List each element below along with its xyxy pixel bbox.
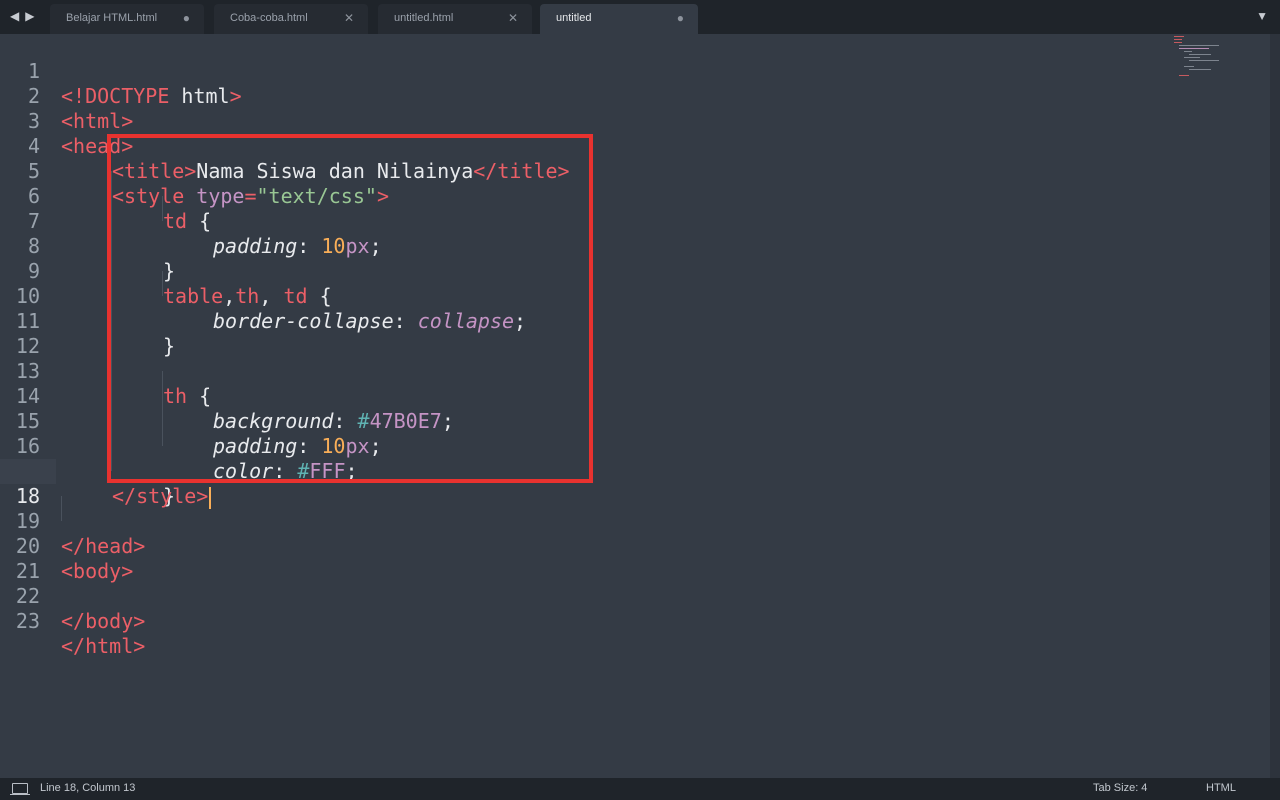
- tab-untitled-html[interactable]: untitled.html ✕: [378, 4, 532, 34]
- code-line-20: 20 <body>: [0, 509, 1170, 583]
- code-line-2: 2 <html>: [0, 59, 1170, 133]
- syntax-selector[interactable]: HTML: [1206, 782, 1236, 794]
- nav-back-icon[interactable]: ◀: [10, 9, 19, 23]
- tab-navigation: ◀ ▶: [10, 9, 40, 23]
- unsaved-dot-icon[interactable]: ●: [183, 11, 190, 25]
- minimap[interactable]: [1174, 34, 1244, 78]
- close-icon[interactable]: ✕: [508, 11, 518, 25]
- code-line-21: 21: [0, 534, 1170, 583]
- tab-label: untitled: [556, 12, 592, 24]
- code-line-4: 4 <title>Nama Siswa dan Nilainya</title>: [0, 109, 1170, 183]
- code-line-22: 22 </body>: [0, 559, 1170, 633]
- tab-menu-icon[interactable]: ▼: [1256, 9, 1268, 23]
- code-line-23: 23 </html>: [0, 584, 1170, 658]
- tab-label: Belajar HTML.html: [66, 12, 158, 24]
- code-line-1: 1 <!DOCTYPE html>: [0, 34, 1170, 108]
- code-token: </html>: [61, 634, 146, 658]
- tab-label: Coba-coba.html: [230, 12, 308, 24]
- unsaved-dot-icon[interactable]: ●: [677, 11, 684, 25]
- panel-toggle-icon[interactable]: [10, 783, 30, 795]
- highlight-annotation-box: [107, 134, 593, 483]
- code-line-3: 3 <head>: [0, 84, 1170, 158]
- nav-forward-icon[interactable]: ▶: [25, 9, 34, 23]
- status-bar: Line 18, Column 13 Tab Size: 4 HTML: [0, 778, 1280, 800]
- tab-label: untitled.html: [394, 12, 454, 24]
- tab-coba-coba[interactable]: Coba-coba.html ✕: [214, 4, 368, 34]
- vertical-scrollbar[interactable]: [1270, 34, 1280, 778]
- code-editor[interactable]: 1 <!DOCTYPE html> 2 <html> 3 <head> 4 <t…: [0, 34, 1270, 778]
- cursor-position: Line 18, Column 13: [40, 782, 136, 794]
- tab-belajar-html[interactable]: Belajar HTML.html ●: [50, 4, 204, 34]
- line-number: 23: [15, 609, 40, 633]
- tab-untitled[interactable]: untitled ●: [540, 4, 698, 34]
- tab-size-selector[interactable]: Tab Size: 4: [1093, 782, 1147, 794]
- tab-bar: ◀ ▶ Belajar HTML.html ● Coba-coba.html ✕ …: [0, 0, 1280, 34]
- close-icon[interactable]: ✕: [344, 11, 354, 25]
- code-line-19: 19 </head>: [0, 484, 1170, 558]
- code-token: </body>: [61, 609, 146, 633]
